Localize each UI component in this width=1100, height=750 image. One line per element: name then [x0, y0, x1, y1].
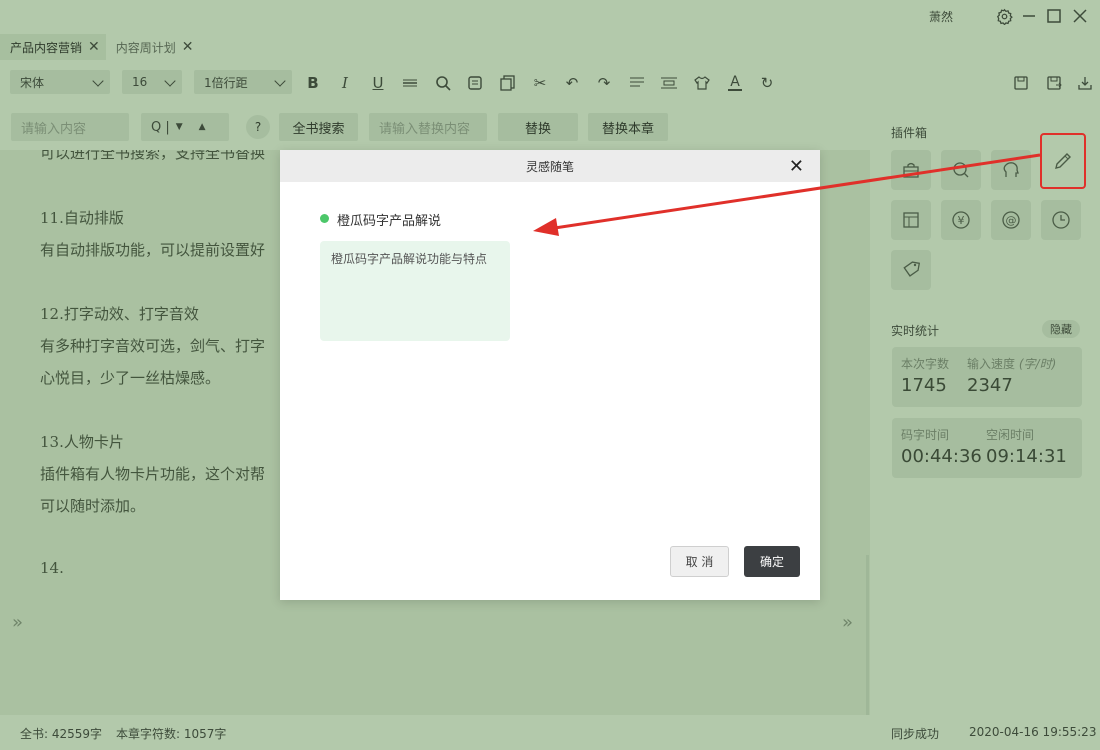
theme-shirt-icon[interactable] — [691, 72, 713, 94]
idle-time-label: 空闲时间 — [986, 428, 1035, 442]
replace-button[interactable]: 替换 — [498, 113, 578, 141]
clock-plugin-icon[interactable] — [1041, 200, 1081, 240]
close-window-icon[interactable] — [1070, 6, 1090, 26]
at-plugin-icon[interactable]: @ — [991, 200, 1031, 240]
export-download-icon[interactable] — [1074, 72, 1096, 94]
close-tab-icon[interactable]: ✕ — [182, 39, 194, 55]
status-bar: 全书: 42559字 本章字符数: 1057字 同步成功 2020-04-16 … — [0, 715, 1100, 750]
font-size-select[interactable]: 16 — [122, 70, 182, 94]
note-category-label[interactable]: 橙瓜码字产品解说 — [337, 210, 441, 229]
close-icon[interactable]: ✕ — [789, 156, 804, 177]
tab-weekly-plan[interactable]: 内容周计划 ✕ — [106, 34, 200, 60]
refresh-icon[interactable]: ↻ — [756, 72, 778, 94]
chevron-down-icon — [92, 75, 104, 87]
category-dot-icon — [320, 214, 329, 223]
svg-text:¥: ¥ — [958, 214, 965, 227]
up-arrow-icon: ▲ — [198, 122, 206, 132]
save-as-icon[interactable] — [1043, 72, 1065, 94]
chevron-down-icon — [274, 75, 286, 87]
editor-scrollbar[interactable] — [866, 555, 869, 715]
head-plugin-icon[interactable] — [991, 150, 1031, 190]
collapse-left-icon[interactable]: » — [12, 612, 23, 633]
total-word-count: 全书: 42559字 — [20, 727, 103, 741]
close-tab-icon[interactable]: ✕ — [88, 39, 100, 55]
note-icon[interactable] — [464, 72, 486, 94]
tab-label: 内容周计划 — [115, 40, 176, 55]
chapter-char-count: 本章字符数: 1057字 — [116, 727, 227, 741]
svg-text:@: @ — [1006, 214, 1017, 227]
search-input[interactable]: 请输入内容 — [11, 113, 129, 141]
italic-icon[interactable]: I — [334, 72, 356, 94]
undo-icon[interactable]: ↶ — [561, 72, 583, 94]
search-mode-label: Q | — [151, 119, 170, 135]
sync-status: 同步成功 — [891, 727, 940, 741]
font-select[interactable]: 宋体 — [10, 70, 110, 94]
pencil-icon — [1043, 141, 1083, 181]
title-bar: 萧然 — [0, 0, 1100, 32]
hide-stats-button[interactable]: 隐藏 — [1042, 320, 1080, 338]
bold-icon[interactable]: B — [302, 72, 324, 94]
document-tabs: 产品内容营销 ✕ 内容周计划 ✕ — [0, 34, 200, 60]
tab-product-marketing[interactable]: 产品内容营销 ✕ — [0, 34, 106, 60]
search-all-button[interactable]: 全书搜索 — [279, 113, 358, 141]
expand-right-icon[interactable]: » — [842, 612, 853, 633]
underline-icon[interactable]: U — [367, 72, 389, 94]
font-color-icon[interactable]: A — [724, 72, 746, 94]
format-toolbar: 宋体 16 1倍行距 B I U ✂ ↶ ↷ A ↻ — [0, 70, 1100, 96]
search-icon[interactable] — [432, 72, 454, 94]
right-panel: 插件箱 ¥ @ 实时统计 隐藏 本次字数 输入速度 (字/时) 1745 234… — [872, 100, 1100, 710]
settings-gear-icon[interactable] — [994, 6, 1014, 26]
dropdown-arrow-icon: ▼ — [175, 122, 183, 132]
confirm-button[interactable]: 确定 — [744, 546, 800, 577]
status-datetime: 2020-04-16 19:55:23 — [969, 725, 1097, 739]
note-card[interactable]: 橙瓜码字产品解说功能与特点 — [320, 241, 510, 341]
align-icon[interactable] — [626, 72, 648, 94]
replace-chapter-button[interactable]: 替换本章 — [588, 113, 668, 141]
inspiration-pencil-plugin[interactable] — [1040, 133, 1086, 189]
dialog-title: 灵感随笔 — [525, 160, 574, 174]
typing-time-value: 00:44:36 — [901, 446, 982, 467]
yen-plugin-icon[interactable]: ¥ — [941, 200, 981, 240]
idle-time-value: 09:14:31 — [986, 446, 1067, 467]
cut-icon[interactable]: ✂ — [529, 72, 551, 94]
cancel-button[interactable]: 取 消 — [670, 546, 729, 577]
username[interactable]: 萧然 — [929, 8, 953, 25]
font-value: 宋体 — [20, 75, 45, 90]
speed-label: 输入速度 (字/时) — [967, 355, 1056, 372]
speed-label-text: 输入速度 — [967, 357, 1016, 371]
search-mode-select[interactable]: Q | ▼ ▲ — [141, 113, 229, 141]
line-spacing-value: 1倍行距 — [204, 75, 248, 90]
chevron-down-icon — [164, 75, 176, 87]
tab-label: 产品内容营销 — [10, 40, 83, 55]
strikethrough-icon[interactable] — [399, 72, 421, 94]
stats-card-time: 码字时间 空闲时间 00:44:36 09:14:31 — [892, 418, 1082, 478]
words-label: 本次字数 — [901, 357, 950, 371]
dialog-header: 灵感随笔 ✕ — [280, 150, 820, 182]
line-spacing-select[interactable]: 1倍行距 — [194, 70, 292, 94]
redo-icon[interactable]: ↷ — [593, 72, 615, 94]
minimize-icon[interactable] — [1019, 6, 1039, 26]
tag-plugin-icon[interactable] — [891, 250, 931, 290]
words-value: 1745 — [901, 375, 947, 396]
table-plugin-icon[interactable] — [891, 200, 931, 240]
maximize-icon[interactable] — [1044, 6, 1064, 26]
bag-plugin-icon[interactable] — [891, 150, 931, 190]
stats-card-words: 本次字数 输入速度 (字/时) 1745 2347 — [892, 347, 1082, 407]
save-icon[interactable] — [1010, 72, 1032, 94]
indent-icon[interactable] — [658, 72, 680, 94]
typing-time-label: 码字时间 — [901, 428, 950, 442]
plugins-title: 插件箱 — [891, 126, 928, 140]
speed-unit: (字/时) — [1018, 357, 1057, 371]
help-button[interactable]: ? — [246, 115, 270, 139]
inspiration-notes-dialog: 灵感随笔 ✕ 橙瓜码字产品解说 橙瓜码字产品解说功能与特点 取 消 确定 — [280, 150, 820, 600]
search-replace-bar: 请输入内容 Q | ▼ ▲ ? 全书搜索 请输入替换内容 替换 替换本章 — [0, 113, 870, 141]
stats-title: 实时统计 — [891, 324, 940, 338]
search-plugin-icon[interactable] — [941, 150, 981, 190]
copy-icon[interactable] — [497, 72, 519, 94]
speed-value: 2347 — [967, 375, 1013, 396]
replace-input[interactable]: 请输入替换内容 — [369, 113, 487, 141]
font-size-value: 16 — [132, 75, 148, 89]
